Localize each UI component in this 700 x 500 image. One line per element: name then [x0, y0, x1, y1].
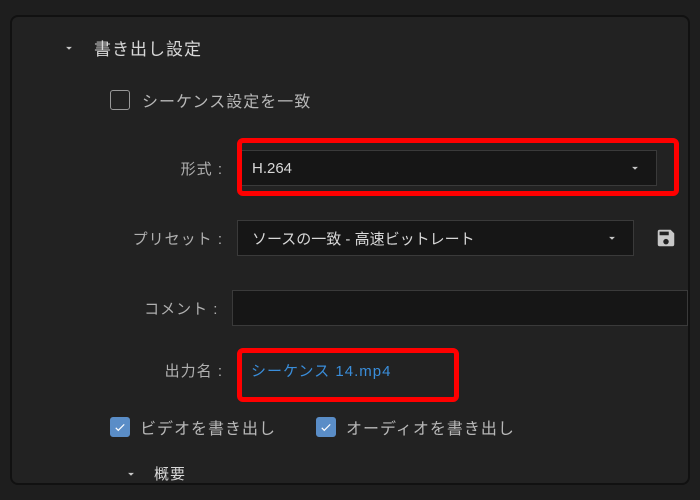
- comment-input[interactable]: [232, 290, 688, 326]
- match-sequence-row: シーケンス設定を一致: [12, 88, 688, 112]
- save-preset-button[interactable]: [652, 224, 680, 252]
- output-name-label: 出力名 :: [12, 360, 237, 381]
- chevron-down-icon: [124, 467, 138, 481]
- format-row: 形式 : H.264: [12, 150, 688, 186]
- chevron-down-icon: [62, 41, 76, 55]
- export-video-item: ビデオを書き出し: [110, 415, 276, 439]
- export-audio-item: オーディオを書き出し: [316, 415, 515, 439]
- comment-row: コメント :: [12, 290, 688, 326]
- export-settings-header[interactable]: 書き出し設定: [12, 35, 688, 60]
- summary-header[interactable]: 概要: [12, 463, 688, 484]
- format-value: H.264: [252, 160, 292, 177]
- preset-label: プリセット :: [12, 228, 237, 249]
- export-audio-label: オーディオを書き出し: [346, 415, 515, 439]
- format-label: 形式 :: [12, 158, 237, 179]
- export-video-checkbox[interactable]: [110, 417, 130, 437]
- preset-dropdown[interactable]: ソースの一致 - 高速ビットレート: [237, 220, 634, 256]
- preset-row: プリセット : ソースの一致 - 高速ビットレート: [12, 220, 688, 256]
- chevron-down-icon: [628, 161, 642, 175]
- format-dropdown[interactable]: H.264: [237, 150, 657, 186]
- preset-value: ソースの一致 - 高速ビットレート: [252, 228, 475, 249]
- summary-title: 概要: [154, 463, 186, 484]
- comment-label: コメント :: [12, 298, 232, 319]
- export-toggles-row: ビデオを書き出し オーディオを書き出し: [12, 415, 688, 439]
- export-audio-checkbox[interactable]: [316, 417, 336, 437]
- match-sequence-checkbox[interactable]: [110, 90, 130, 110]
- output-name-link[interactable]: シーケンス 14.mp4: [251, 360, 391, 381]
- export-video-label: ビデオを書き出し: [140, 415, 276, 439]
- chevron-down-icon: [605, 231, 619, 245]
- match-sequence-label: シーケンス設定を一致: [142, 88, 311, 112]
- output-name-row: 出力名 : シーケンス 14.mp4: [12, 360, 688, 381]
- section-title: 書き出し設定: [94, 35, 202, 60]
